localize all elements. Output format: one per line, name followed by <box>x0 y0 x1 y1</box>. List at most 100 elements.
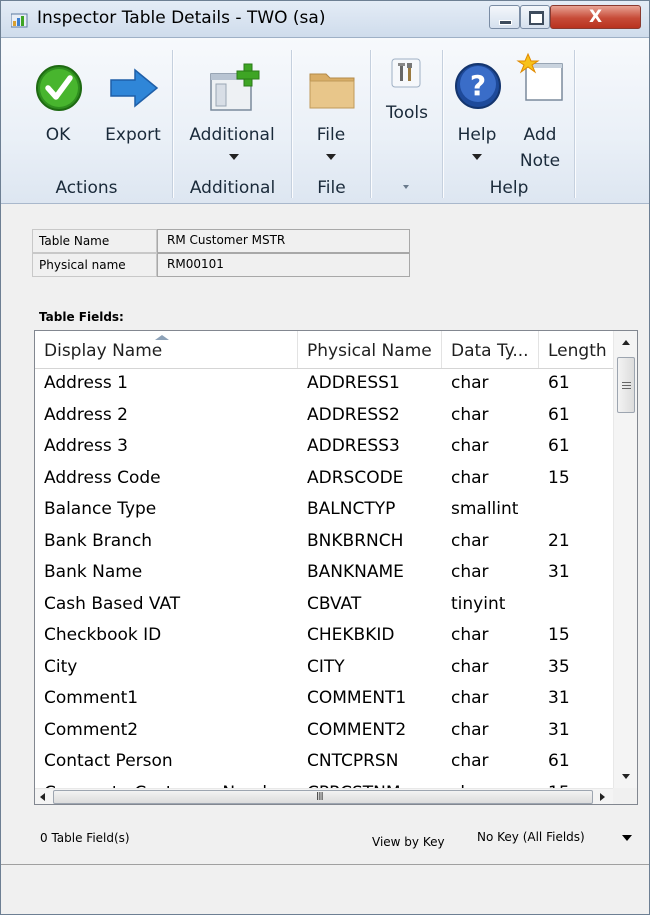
inspector-window: Inspector Table Details - TWO (sa) X OK <box>0 0 650 915</box>
table-row[interactable]: Comment1 COMMENT1 char 31 <box>35 683 613 715</box>
cell-display-name: Corporate Customer Number <box>35 778 298 789</box>
cell-physical-name: ADDRESS2 <box>307 404 400 425</box>
tools-label: Tools <box>386 103 428 123</box>
cell-display-name: Bank Branch <box>44 530 153 551</box>
cell-data-type: char <box>451 656 489 677</box>
grip-line <box>622 382 631 383</box>
cell-length: 61 <box>548 404 570 425</box>
tools-chevron-down-icon[interactable] <box>403 185 409 189</box>
view-by-key-dropdown[interactable]: No Key (All Fields) <box>473 827 638 849</box>
column-header-physical-name[interactable]: Physical Name <box>298 331 442 368</box>
grip-line <box>622 385 631 386</box>
app-icon <box>11 13 28 28</box>
cell-length: 61 <box>548 751 570 771</box>
cell-length: 61 <box>548 373 570 393</box>
svg-text:?: ? <box>470 69 486 102</box>
cell-display-name: Cash Based VAT <box>44 593 181 614</box>
vertical-scroll-thumb[interactable] <box>617 357 635 413</box>
physical-name-label: Physical name <box>32 253 157 277</box>
ok-button[interactable]: OK <box>29 56 87 168</box>
maximize-icon <box>529 11 544 25</box>
cell-data-type: char <box>451 373 489 393</box>
table-row[interactable]: Address 2 ADDRESS2 char 61 <box>35 400 613 432</box>
table-fields-grid[interactable]: Display Name Physical Name Data Ty... Le… <box>34 330 638 805</box>
file-folder-icon <box>309 73 355 109</box>
horizontal-scroll-thumb[interactable]: III <box>53 790 593 804</box>
cell-display-name: Address Code <box>44 467 161 488</box>
column-header-data-type[interactable]: Data Ty... <box>442 331 539 368</box>
table-row[interactable]: Address 1 ADDRESS1 char 61 <box>35 368 613 400</box>
tools-icon <box>391 58 421 88</box>
column-header-length[interactable]: Length <box>539 331 613 368</box>
add-note-icon <box>516 52 563 101</box>
grid-rows: Address 1 ADDRESS1 char 61 Address 2 ADDRESS2… <box>35 368 613 788</box>
cell-length <box>539 589 613 620</box>
table-name-row: Table Name RM Customer MSTR <box>32 229 410 253</box>
table-row[interactable]: Bank Name BANKNAME char 31 <box>35 557 613 589</box>
title-bar: Inspector Table Details - TWO (sa) X <box>1 1 649 38</box>
cell-length: 61 <box>548 436 570 456</box>
cell-display-name: Checkbook ID <box>44 625 162 645</box>
table-name-value: RM Customer MSTR <box>157 229 410 253</box>
physical-name-row: Physical name RM00101 <box>32 253 410 277</box>
cell-display-name: Comment2 <box>44 719 139 740</box>
table-row[interactable]: Cash Based VAT CBVAT tinyint <box>35 589 613 621</box>
table-fields-label: Table Fields: <box>39 310 124 324</box>
cell-display-name: Balance Type <box>44 499 157 519</box>
cell-length: 15 <box>548 467 570 488</box>
window-title: Inspector Table Details - TWO (sa) <box>37 8 326 28</box>
cell-data-type: tinyint <box>451 593 506 614</box>
main-content: Table Name RM Customer MSTR Physical nam… <box>1 204 649 914</box>
table-row[interactable]: City CITY char 35 <box>35 652 613 684</box>
file-label: File <box>316 125 346 145</box>
maximize-button[interactable] <box>520 5 550 29</box>
status-bar <box>1 865 649 914</box>
group-label-actions: Actions <box>55 178 118 198</box>
table-row[interactable]: Address Code ADRSCODE char 15 <box>35 463 613 495</box>
scrollbar-corner <box>613 788 637 804</box>
cell-physical-name: COMMENT1 <box>307 688 407 708</box>
cell-physical-name: COMMENT2 <box>307 719 407 740</box>
table-row[interactable]: Checkbook ID CHEKBKID char 15 <box>35 620 613 652</box>
close-button[interactable]: X <box>550 5 641 29</box>
table-row[interactable]: Bank Branch BNKBRNCH char 21 <box>35 526 613 558</box>
grip-line <box>622 388 631 389</box>
table-row[interactable]: Balance Type BALNCTYP smallint <box>35 494 613 526</box>
additional-button[interactable]: Additional <box>180 56 284 168</box>
cell-display-name: Bank Name <box>44 562 143 582</box>
export-button[interactable]: Export <box>97 56 169 168</box>
grip-lines: III <box>316 790 324 803</box>
sort-ascending-icon <box>155 335 169 340</box>
table-row[interactable]: Comment2 COMMENT2 char 31 <box>35 715 613 747</box>
scroll-left-icon[interactable] <box>40 793 45 801</box>
file-button[interactable]: File <box>299 56 363 168</box>
scroll-right-icon[interactable] <box>600 793 605 801</box>
tools-button[interactable]: Tools <box>378 52 436 142</box>
cell-display-name: Address 1 <box>44 373 128 393</box>
table-row[interactable]: Contact Person CNTCPRSN char 61 <box>35 746 613 778</box>
group-label-file: File <box>317 178 346 198</box>
table-row[interactable]: Corporate Customer NumberCPRCSTNMchar15 <box>35 778 613 789</box>
vertical-scrollbar[interactable] <box>613 331 637 788</box>
close-icon: X <box>588 7 603 27</box>
help-question-icon: ? <box>455 63 501 109</box>
scroll-down-icon[interactable] <box>622 774 630 779</box>
cell-data-type: char <box>451 467 489 488</box>
scroll-up-icon[interactable] <box>622 340 630 345</box>
cell-physical-name: ADRSCODE <box>307 467 404 488</box>
add-note-button[interactable]: Add Note <box>510 52 570 172</box>
ribbon-group-file: File File <box>293 38 370 203</box>
additional-label: Additional <box>189 125 275 145</box>
table-row[interactable]: Address 3 ADDRESS3 char 61 <box>35 431 613 463</box>
additional-window-plus-icon <box>210 63 260 111</box>
help-button[interactable]: ? Help <box>450 56 504 168</box>
horizontal-scrollbar[interactable]: III <box>35 788 613 804</box>
field-count: 0 Table Field(s) <box>40 831 130 845</box>
view-by-key-label: View by Key <box>372 835 445 849</box>
chevron-down-icon <box>472 154 482 160</box>
cell-length <box>539 494 613 525</box>
minimize-button[interactable] <box>489 5 520 29</box>
cell-data-type: char <box>451 625 489 645</box>
view-by-key-value: No Key (All Fields) <box>477 830 585 844</box>
column-header-display-name[interactable]: Display Name <box>35 331 298 368</box>
